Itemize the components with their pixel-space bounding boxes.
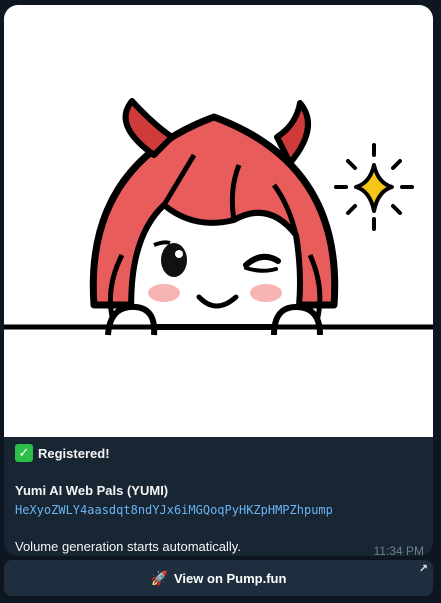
- token-name: Yumi AI Web Pals (YUMI): [15, 483, 169, 498]
- rocket-icon: 🚀: [150, 569, 168, 586]
- button-label: View on Pump.fun: [174, 570, 287, 586]
- check-mark-icon: ✓: [15, 444, 33, 462]
- message-content: ✓ Registered! Yumi AI Web Pals (YUMI) He…: [4, 437, 433, 556]
- view-on-pumpfun-button[interactable]: 🚀 View on Pump.fun ↗: [4, 560, 433, 596]
- message-image[interactable]: [4, 5, 433, 437]
- message-timestamp: 11:34 PM: [373, 544, 424, 556]
- message-bubble: ✓ Registered! Yumi AI Web Pals (YUMI) He…: [4, 5, 433, 556]
- status-text: Registered!: [38, 445, 110, 461]
- sparkle-icon: [334, 143, 414, 231]
- volume-status-text: Volume generation starts automatically.: [15, 539, 241, 554]
- token-address-link[interactable]: HeXyoZWLY4aasdqt8ndYJx6iMGQoqPyHKZpHMPZh…: [15, 503, 333, 517]
- mascot-illustration: [4, 98, 433, 336]
- external-link-arrow-icon: ↗: [418, 563, 428, 575]
- status-line: ✓ Registered!: [15, 444, 110, 462]
